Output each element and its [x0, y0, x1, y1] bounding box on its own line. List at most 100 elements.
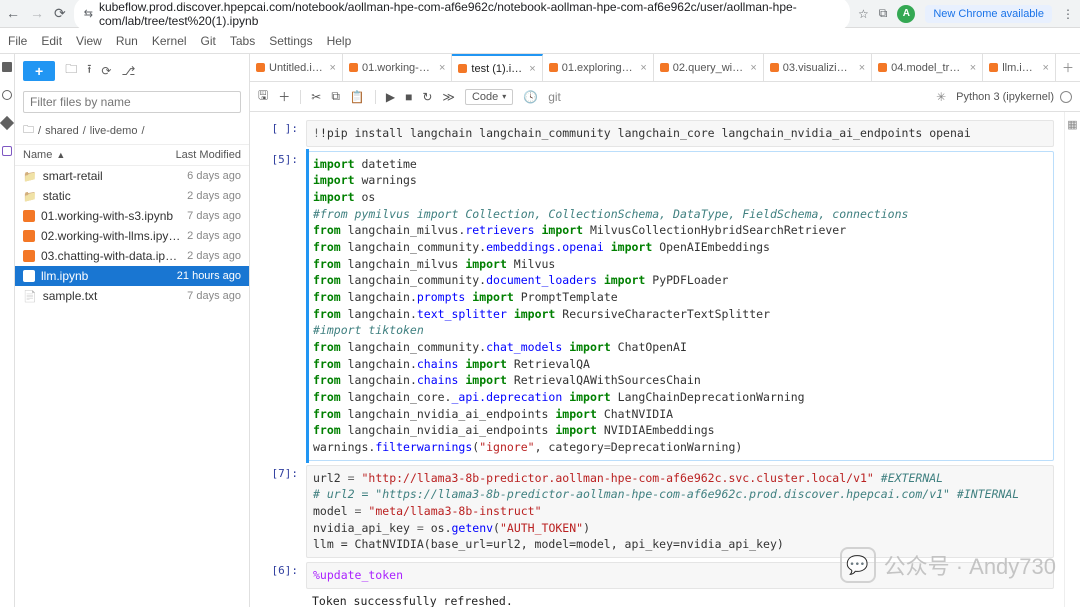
- close-icon[interactable]: ×: [439, 62, 445, 74]
- activity-bar: [0, 54, 15, 607]
- document-tab[interactable]: 03.visualizing_da ×: [764, 54, 872, 81]
- notebook-area[interactable]: [ ]: !!pip install langchain langchain_c…: [250, 112, 1064, 607]
- document-tab[interactable]: llm.ipynb×: [983, 54, 1056, 81]
- menu-kernel[interactable]: Kernel: [152, 34, 187, 48]
- menu-file[interactable]: File: [8, 34, 27, 48]
- file-modified: 21 hours ago: [177, 270, 241, 282]
- close-icon[interactable]: ×: [970, 62, 976, 74]
- file-item[interactable]: 01.working-with-s3.ipynb7 days ago: [15, 206, 249, 226]
- menu-run[interactable]: Run: [116, 34, 138, 48]
- close-icon[interactable]: ×: [640, 62, 646, 74]
- breadcrumb[interactable]: 🗀 / shared / live-demo /: [15, 117, 249, 145]
- close-icon[interactable]: ×: [750, 62, 756, 74]
- activity-running-icon[interactable]: [2, 90, 12, 100]
- code-input[interactable]: !!pip install langchain langchain_commun…: [306, 120, 1054, 147]
- file-modified: 7 days ago: [187, 290, 241, 302]
- close-icon[interactable]: ×: [330, 62, 336, 74]
- forward-icon[interactable]: →: [30, 5, 44, 22]
- file-item[interactable]: smart-retail6 days ago: [15, 166, 249, 186]
- close-icon[interactable]: ×: [1043, 62, 1049, 74]
- activity-ext-icon[interactable]: [2, 146, 12, 156]
- code-cell[interactable]: [7]: url2 = "http://llama3-8b-predictor.…: [250, 463, 1064, 560]
- refresh-icon[interactable]: ⟳: [101, 64, 111, 78]
- stop-icon[interactable]: ■: [405, 90, 412, 104]
- reload-icon[interactable]: ⟳: [54, 5, 66, 22]
- notebook-icon: [770, 63, 779, 72]
- menu-view[interactable]: View: [76, 34, 102, 48]
- paste-icon[interactable]: 📋: [350, 90, 365, 104]
- cell-prompt: [ ]:: [250, 120, 306, 147]
- document-tab[interactable]: Untitled.ipynb×: [250, 54, 343, 81]
- git-icon[interactable]: ⎇: [121, 64, 135, 78]
- close-icon[interactable]: ×: [859, 62, 865, 74]
- menu-settings[interactable]: Settings: [269, 34, 312, 48]
- file-name: 02.working-with-llms.ipynb: [41, 229, 181, 243]
- file-item[interactable]: 02.working-with-llms.ipynb2 days ago: [15, 226, 249, 246]
- document-tab[interactable]: 04.model_training×: [872, 54, 983, 81]
- file-item[interactable]: static2 days ago: [15, 186, 249, 206]
- new-launcher-button[interactable]: +: [23, 61, 55, 81]
- close-icon[interactable]: ×: [529, 63, 535, 75]
- file-modified: 6 days ago: [187, 170, 241, 182]
- url-text: kubeflow.prod.discover.hpepcai.com/noteb…: [99, 0, 840, 28]
- run-icon[interactable]: ▶: [386, 90, 395, 104]
- restart-run-icon[interactable]: ≫: [442, 90, 455, 104]
- file-item[interactable]: llm.ipynb21 hours ago: [15, 266, 249, 286]
- cut-icon[interactable]: ✂: [311, 90, 321, 104]
- file-filter-input[interactable]: [23, 91, 241, 113]
- document-tab[interactable]: 02.query_with_ez×: [654, 54, 764, 81]
- document-tab[interactable]: 01.exploring_data×: [543, 54, 654, 81]
- menu-help[interactable]: Help: [327, 34, 352, 48]
- toc-icon[interactable]: ▦: [1067, 118, 1077, 131]
- file-modified: 2 days ago: [187, 190, 241, 202]
- copy-icon[interactable]: ⧉: [331, 89, 340, 104]
- cell-prompt: [7]:: [250, 465, 306, 558]
- code-input[interactable]: import datetime import warnings import o…: [306, 151, 1054, 461]
- chrome-menu-icon[interactable]: ⋮: [1062, 7, 1074, 21]
- tab-label: 01.working-with-s: [362, 62, 433, 74]
- menu-edit[interactable]: Edit: [41, 34, 62, 48]
- code-input[interactable]: %update_token: [306, 562, 1054, 589]
- file-item[interactable]: 03.chatting-with-data.ipynb2 days ago: [15, 246, 249, 266]
- tab-label: 03.visualizing_da: [783, 62, 853, 74]
- save-icon[interactable]: 🖫: [258, 86, 268, 107]
- add-cell-icon[interactable]: ＋: [278, 88, 290, 105]
- notebook-icon: [458, 64, 467, 73]
- document-tab[interactable]: 01.working-with-s ×: [343, 54, 452, 81]
- bookmark-icon[interactable]: ☆: [858, 7, 869, 21]
- col-modified[interactable]: Last Modified: [176, 149, 241, 161]
- profile-avatar[interactable]: A: [897, 5, 915, 23]
- site-info-icon[interactable]: ⇆: [84, 7, 93, 20]
- right-gutter: ▦: [1064, 112, 1080, 607]
- nb-icon: [23, 250, 35, 262]
- new-tab-button[interactable]: ＋: [1056, 59, 1080, 76]
- address-bar[interactable]: ⇆ kubeflow.prod.discover.hpepcai.com/not…: [74, 0, 850, 31]
- file-modified: 2 days ago: [187, 250, 241, 262]
- update-button[interactable]: New Chrome available: [925, 5, 1052, 23]
- cell-type-select[interactable]: Code▾: [465, 89, 513, 105]
- notebook-icon: [549, 63, 558, 72]
- menu-tabs[interactable]: Tabs: [230, 34, 255, 48]
- col-name[interactable]: Name: [23, 149, 52, 161]
- folder-icon: [23, 189, 37, 203]
- menu-git[interactable]: Git: [201, 34, 216, 48]
- code-cell[interactable]: [5]: import datetime import warnings imp…: [250, 149, 1064, 463]
- kernel-indicator[interactable]: Python 3 (ipykernel): [956, 91, 1072, 103]
- new-folder-icon[interactable]: 🗀: [65, 60, 77, 81]
- code-input[interactable]: url2 = "http://llama3-8b-predictor.aollm…: [306, 465, 1054, 558]
- activity-git-icon[interactable]: [0, 116, 14, 130]
- trusted-icon[interactable]: ✳: [936, 90, 946, 104]
- command-palette-icon[interactable]: 🕓: [523, 90, 538, 104]
- activity-folder-icon[interactable]: [2, 62, 12, 72]
- upload-icon[interactable]: ⭱: [87, 60, 91, 81]
- code-cell[interactable]: [6]: %update_token Token successfully re…: [250, 560, 1064, 607]
- git-toolbar-icon[interactable]: git: [548, 90, 561, 104]
- back-icon[interactable]: ←: [6, 5, 20, 22]
- sort-icon[interactable]: ▲: [56, 150, 65, 160]
- extensions-icon[interactable]: ⧉: [879, 6, 888, 21]
- cell-output: Token successfully refreshed.: [306, 589, 1054, 607]
- file-item[interactable]: sample.txt7 days ago: [15, 286, 249, 306]
- restart-icon[interactable]: ↻: [422, 90, 432, 104]
- code-cell[interactable]: [ ]: !!pip install langchain langchain_c…: [250, 118, 1064, 149]
- document-tab[interactable]: test (1).ipynb×: [452, 54, 542, 81]
